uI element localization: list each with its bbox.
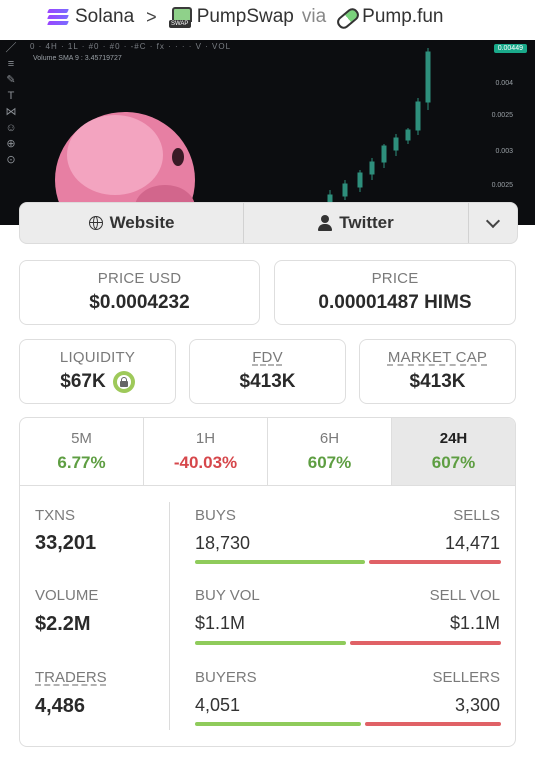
liquidity-value: $67K [60, 371, 106, 392]
sell-vol-ratio-bar [350, 641, 501, 645]
buy-vol-label: BUY VOL [195, 587, 260, 604]
pill-icon [334, 5, 362, 32]
tab-5m[interactable]: 5M 6.77% [20, 418, 144, 485]
chevron-down-icon [485, 213, 501, 229]
price-usd-label: PRICE USD [97, 270, 182, 287]
volume-label: VOLUME [35, 587, 99, 604]
tab-change: 607% [307, 453, 352, 472]
tab-label: 24H [439, 430, 468, 447]
fdv-label[interactable]: FDV [252, 349, 283, 366]
price-native-card: PRICE 0.00001487 HIMS [274, 260, 516, 325]
sells-ratio-bar [369, 560, 501, 564]
tab-change: -40.03% [173, 453, 238, 472]
more-links-button[interactable] [469, 203, 517, 243]
tab-24h[interactable]: 24H 607% [392, 418, 515, 485]
stats-divider [169, 502, 170, 730]
breadcrumb-separator: > [146, 6, 157, 27]
launchpad-link[interactable]: Pump.fun [362, 6, 443, 28]
price-usd-card: PRICE USD $0.0004232 [19, 260, 260, 325]
solana-icon [47, 9, 69, 25]
trade-stats-panel: TXNS 33,201 VOLUME $2.2M TRADERS 4,486 B… [19, 485, 516, 747]
timeframe-tabs: 5M 6.77% 1H -40.03% 6H 607% 24H 607% [19, 417, 516, 485]
buyers-label: BUYERS [195, 669, 257, 686]
buy-vol-value: $1.1M [195, 613, 246, 633]
tab-label: 6H [319, 430, 340, 447]
tab-6h[interactable]: 6H 607% [268, 418, 392, 485]
fdv-value: $413K [239, 371, 296, 392]
liquidity-card: LIQUIDITY $67K [19, 339, 176, 404]
buys-ratio-bar [195, 560, 365, 564]
sell-vol-label: SELL VOL [429, 587, 500, 604]
buys-value: 18,730 [195, 533, 251, 553]
breadcrumb: Solana > SWAP PumpSwap via Pump.fun [0, 0, 535, 34]
market-cap-card: MARKET CAP $413K [359, 339, 516, 404]
chain-link[interactable]: Solana [75, 6, 134, 28]
sellers-value: 3,300 [454, 695, 500, 715]
user-icon [318, 215, 333, 231]
price-chart[interactable]: ／ ≡ ✎ T ⋈ ☺ ⊕ ⊙ 0 · 4H · 1L · #0 · #0 · -#C · f… [0, 40, 535, 225]
website-button[interactable]: Website [20, 203, 244, 243]
buys-label: BUYS [195, 507, 236, 524]
website-label: Website [109, 213, 175, 232]
volume-value: $2.2M [35, 613, 91, 635]
globe-icon [88, 216, 103, 230]
price-native-value: 0.00001487 HIMS [318, 292, 472, 313]
sells-value: 14,471 [444, 533, 500, 553]
liquidity-label: LIQUIDITY [59, 349, 136, 366]
tab-label: 5M [71, 430, 92, 447]
twitter-label: Twitter [339, 213, 394, 232]
traders-value: 4,486 [35, 695, 86, 717]
dex-link[interactable]: PumpSwap [197, 6, 294, 28]
twitter-button[interactable]: Twitter [244, 203, 469, 243]
sellers-label: SELLERS [432, 669, 500, 686]
sells-label: SELLS [453, 507, 500, 524]
lock-icon[interactable] [112, 371, 135, 393]
pumpswap-icon: SWAP [168, 6, 192, 28]
tab-1h[interactable]: 1H -40.03% [144, 418, 268, 485]
market-cap-label[interactable]: MARKET CAP [388, 349, 487, 366]
buyers-value: 4,051 [195, 695, 241, 715]
via-text: via [301, 6, 327, 27]
traders-label[interactable]: TRADERS [35, 669, 107, 686]
market-cap-value: $413K [409, 371, 466, 392]
social-links-bar: Website Twitter [19, 202, 518, 244]
sell-vol-value: $1.1M [449, 613, 500, 633]
fdv-card: FDV $413K [189, 339, 346, 404]
tab-change: 6.77% [57, 453, 106, 472]
sellers-ratio-bar [365, 722, 501, 726]
tab-change: 607% [431, 453, 476, 472]
liquidity-row: $67K [20, 371, 175, 393]
txns-label: TXNS [35, 507, 76, 524]
tab-label: 1H [195, 430, 216, 447]
txns-value: 33,201 [35, 532, 97, 554]
buyers-ratio-bar [195, 722, 361, 726]
price-native-label: PRICE [371, 270, 419, 287]
buy-vol-ratio-bar [195, 641, 346, 645]
price-usd-value: $0.0004232 [89, 292, 190, 313]
